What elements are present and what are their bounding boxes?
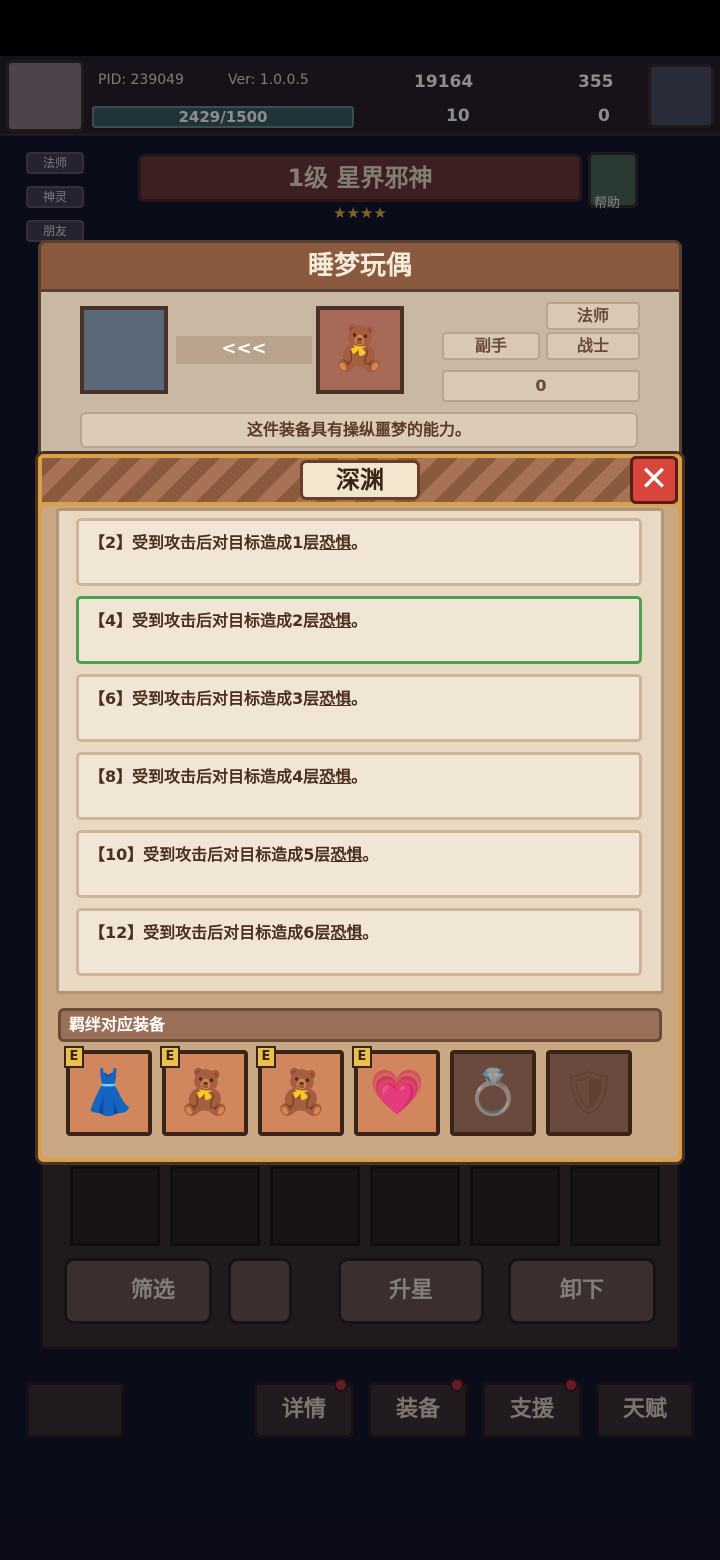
fear-keyword-link[interactable]: 恐惧 — [319, 689, 351, 708]
pink-dress-icon: 👗 — [81, 1067, 137, 1118]
abyss-modal-title: 深渊 — [300, 460, 420, 500]
fear-keyword-link[interactable]: 恐惧 — [319, 611, 351, 630]
equipped-badge: E — [64, 1046, 84, 1068]
entry-suffix: 。 — [351, 689, 368, 708]
set-bonus-entry[interactable]: 【10】受到攻击后对目标造成5层恐惧。 — [76, 830, 642, 898]
set-bonus-entry[interactable]: 【2】受到攻击后对目标造成1层恐惧。 — [76, 518, 642, 586]
transfer-arrows: <<< — [176, 336, 312, 364]
tag-offhand: 副手 — [442, 332, 540, 360]
bond-label: 羁绊对应装备 — [58, 1008, 662, 1042]
entry-text: 【10】受到攻击后对目标造成5层 — [89, 845, 331, 864]
entry-text: 【4】受到攻击后对目标造成2层 — [89, 611, 320, 630]
heart-ring-icon: 💍 — [465, 1067, 521, 1118]
entry-text: 【2】受到攻击后对目标造成1层 — [89, 533, 320, 552]
set-bonus-entry[interactable]: 【6】受到攻击后对目标造成3层恐惧。 — [76, 674, 642, 742]
status-bar — [0, 0, 720, 56]
item-count: 0 — [442, 370, 640, 402]
heart-shield-icon: 🛡 — [561, 1067, 617, 1118]
bond-item-slot[interactable]: 💍 — [450, 1050, 536, 1136]
entry-suffix: 。 — [351, 611, 368, 630]
tag-mage: 法师 — [546, 302, 640, 330]
fear-keyword-link[interactable]: 恐惧 — [319, 533, 351, 552]
teddy-bear-icon: 🧸 — [273, 1067, 329, 1118]
entry-text: 【8】受到攻击后对目标造成4层 — [89, 767, 320, 786]
fear-keyword-link[interactable]: 恐惧 — [330, 845, 362, 864]
close-x-icon[interactable]: ✕ — [630, 456, 678, 504]
equipped-badge: E — [160, 1046, 180, 1068]
equipped-badge: E — [256, 1046, 276, 1068]
equipped-badge: E — [352, 1046, 372, 1068]
entry-suffix: 。 — [351, 767, 368, 786]
fear-keyword-link[interactable]: 恐惧 — [319, 767, 351, 786]
set-bonus-entry[interactable]: 【8】受到攻击后对目标造成4层恐惧。 — [76, 752, 642, 820]
entry-suffix: 。 — [362, 845, 379, 864]
entry-text: 【12】受到攻击后对目标造成6层 — [89, 923, 331, 942]
entry-suffix: 。 — [351, 533, 368, 552]
entry-suffix: 。 — [362, 923, 379, 942]
entry-text: 【6】受到攻击后对目标造成3层 — [89, 689, 320, 708]
item-description: 这件装备具有操纵噩梦的能力。 — [80, 412, 638, 448]
teddy-bear-icon: 🧸 — [316, 306, 404, 394]
tag-warrior: 战士 — [546, 332, 640, 360]
character-portrait — [80, 306, 168, 394]
fear-keyword-link[interactable]: 恐惧 — [330, 923, 362, 942]
set-bonus-entry[interactable]: 【4】受到攻击后对目标造成2层恐惧。 — [76, 596, 642, 664]
set-bonus-entry[interactable]: 【12】受到攻击后对目标造成6层恐惧。 — [76, 908, 642, 976]
heart-necklace-icon: 💗 — [369, 1067, 425, 1118]
bond-item-slot[interactable]: 🛡 — [546, 1050, 632, 1136]
item-name: 睡梦玩偶 — [38, 240, 682, 292]
bear-hood-icon: 🧸 — [177, 1067, 233, 1118]
